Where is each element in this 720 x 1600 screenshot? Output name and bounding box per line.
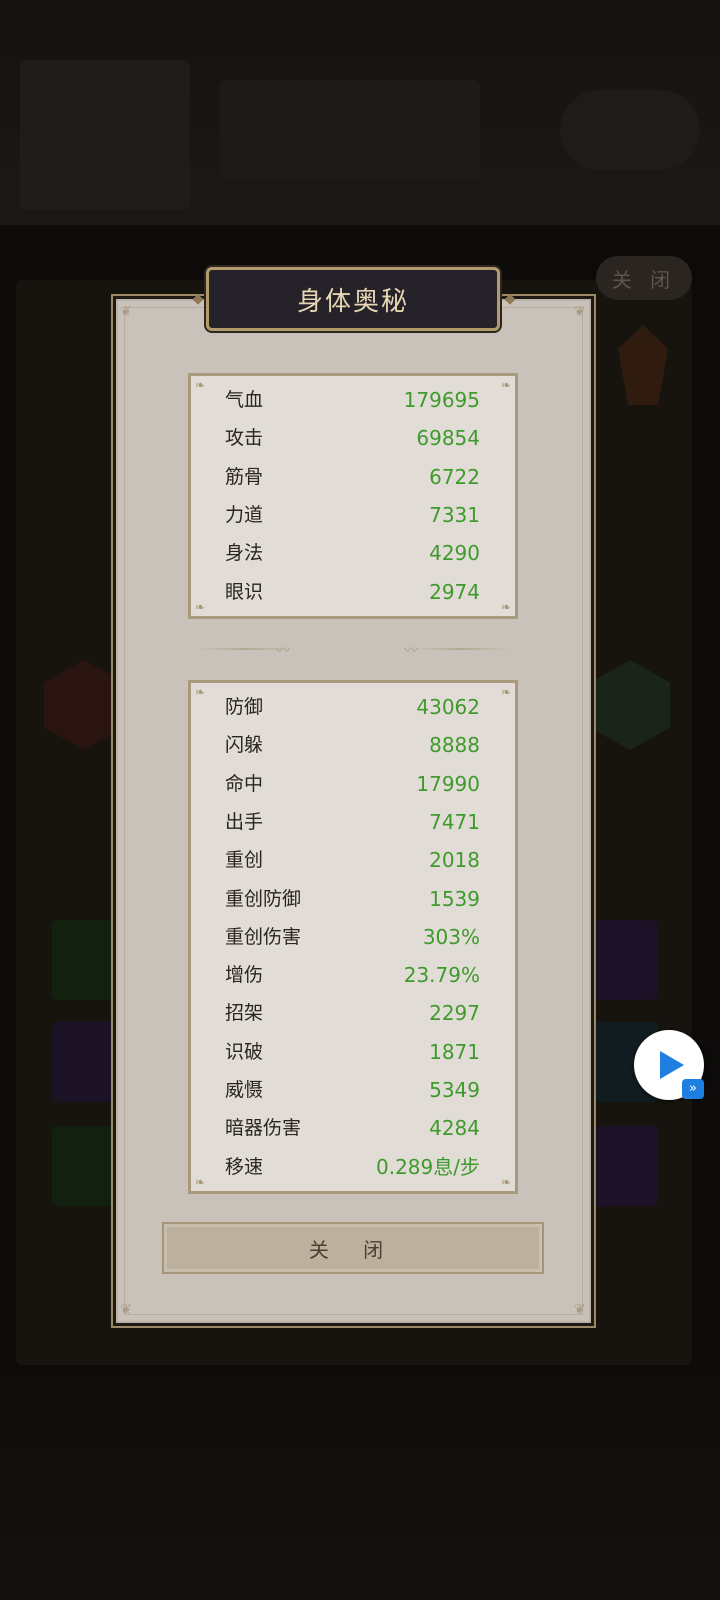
stat-label: 眼识 xyxy=(225,580,264,603)
stat-row: 重创伤害 303% xyxy=(191,918,515,956)
stat-label: 重创防御 xyxy=(225,887,302,910)
stat-label: 重创伤害 xyxy=(225,925,302,948)
stat-row: 闪躲 8888 xyxy=(191,726,515,764)
stat-label: 出手 xyxy=(225,810,264,833)
stat-label: 筋骨 xyxy=(225,465,264,488)
stat-row: 眼识 2974 xyxy=(191,573,515,611)
stat-label: 威慑 xyxy=(225,1079,264,1101)
stat-label: 身法 xyxy=(225,542,264,565)
stat-label: 暗器伤害 xyxy=(225,1117,302,1140)
stat-row: 暗器伤害 4284 xyxy=(191,1109,515,1147)
title-ornament-icon: ◆ xyxy=(504,291,516,307)
stat-value: 303% xyxy=(422,924,480,949)
divider-ornament-icon: 〰 xyxy=(404,643,418,659)
stat-row: 出手 7471 xyxy=(191,803,515,841)
stat-value: 6722 xyxy=(429,464,480,489)
stat-value: 23.79% xyxy=(403,963,480,988)
stat-label: 防御 xyxy=(225,696,264,718)
stat-row: 重创防御 1539 xyxy=(191,880,515,918)
dialog-title-plate: 身体奥秘 xyxy=(206,267,500,331)
stat-row: 防御 43062 xyxy=(191,688,515,726)
stat-row: 移速 0.289息/步 xyxy=(191,1148,515,1186)
stat-row: 招架 2297 xyxy=(191,994,515,1032)
stat-label: 重创 xyxy=(225,849,264,872)
stat-value: 179695 xyxy=(403,388,480,412)
background-close-button: 关 闭 xyxy=(596,256,692,300)
close-button[interactable]: 关 闭 xyxy=(162,1222,544,1274)
stat-row: 力道 7331 xyxy=(191,496,515,534)
divider-ornament-icon: 〰 xyxy=(276,643,290,659)
fast-forward-icon[interactable]: » xyxy=(682,1079,704,1099)
stat-label: 识破 xyxy=(225,1040,264,1063)
stat-value: 17990 xyxy=(416,771,480,796)
stat-value: 2297 xyxy=(429,1001,480,1026)
stat-label: 招架 xyxy=(225,1002,264,1025)
stat-value: 4290 xyxy=(429,541,480,566)
corner-ornament-icon: ❦ xyxy=(574,304,586,320)
stat-row: 气血 179695 xyxy=(191,381,515,419)
stat-row: 命中 17990 xyxy=(191,765,515,803)
corner-ornament-icon: ❦ xyxy=(574,1302,586,1318)
corner-ornament-icon: ❦ xyxy=(120,304,132,320)
stat-label: 攻击 xyxy=(225,427,264,450)
game-screen: 关 闭 ❦ ❦ ❦ ❦ ◆ ◆ 身体奥秘 ❧ ❧ ❧ ❧ 气血 179695 攻击 6… xyxy=(0,0,720,1600)
corner-ornament-icon: ❦ xyxy=(120,1302,132,1318)
secondary-stats-panel: ❧ ❧ ❧ ❧ 防御 43062 闪躲 8888 命中 17990 出手 7471 重创 2018… xyxy=(188,680,518,1194)
background-header xyxy=(0,0,720,225)
stat-value: 8888 xyxy=(429,733,480,758)
stat-value: 0.289息/步 xyxy=(376,1154,480,1179)
stat-label: 气血 xyxy=(225,389,264,411)
stat-row: 攻击 69854 xyxy=(191,419,515,457)
stat-label: 闪躲 xyxy=(225,734,264,757)
play-icon xyxy=(660,1051,684,1079)
stat-label: 力道 xyxy=(225,503,264,526)
stat-value: 69854 xyxy=(416,426,480,451)
stat-value: 4284 xyxy=(429,1116,480,1141)
stat-row: 威慑 5349 xyxy=(191,1071,515,1109)
dialog-title: 身体奥秘 xyxy=(296,286,409,317)
stat-value: 7471 xyxy=(429,809,480,834)
stat-row: 增伤 23.79% xyxy=(191,956,515,994)
stat-row: 识破 1871 xyxy=(191,1033,515,1071)
stat-label: 命中 xyxy=(225,772,264,795)
stat-row: 身法 4290 xyxy=(191,534,515,572)
stat-row: 重创 2018 xyxy=(191,841,515,879)
background-avatar xyxy=(20,60,190,210)
background-footer xyxy=(0,1370,720,1600)
stat-label: 增伤 xyxy=(225,964,264,987)
stat-value: 2018 xyxy=(429,848,480,873)
background-currency xyxy=(560,90,700,170)
primary-stats-panel: ❧ ❧ ❧ ❧ 气血 179695 攻击 69854 筋骨 6722 力道 7331 身法 429… xyxy=(188,373,518,619)
stat-value: 43062 xyxy=(416,695,480,719)
stat-label: 移速 xyxy=(225,1155,264,1178)
stat-value: 1539 xyxy=(429,886,480,911)
stat-value: 1871 xyxy=(429,1039,480,1064)
stat-value: 2974 xyxy=(429,579,480,604)
stat-value: 5349 xyxy=(429,1078,480,1102)
title-ornament-icon: ◆ xyxy=(192,291,204,307)
stat-row: 筋骨 6722 xyxy=(191,458,515,496)
background-info xyxy=(220,80,480,180)
stat-value: 7331 xyxy=(429,502,480,527)
section-divider xyxy=(412,648,512,650)
